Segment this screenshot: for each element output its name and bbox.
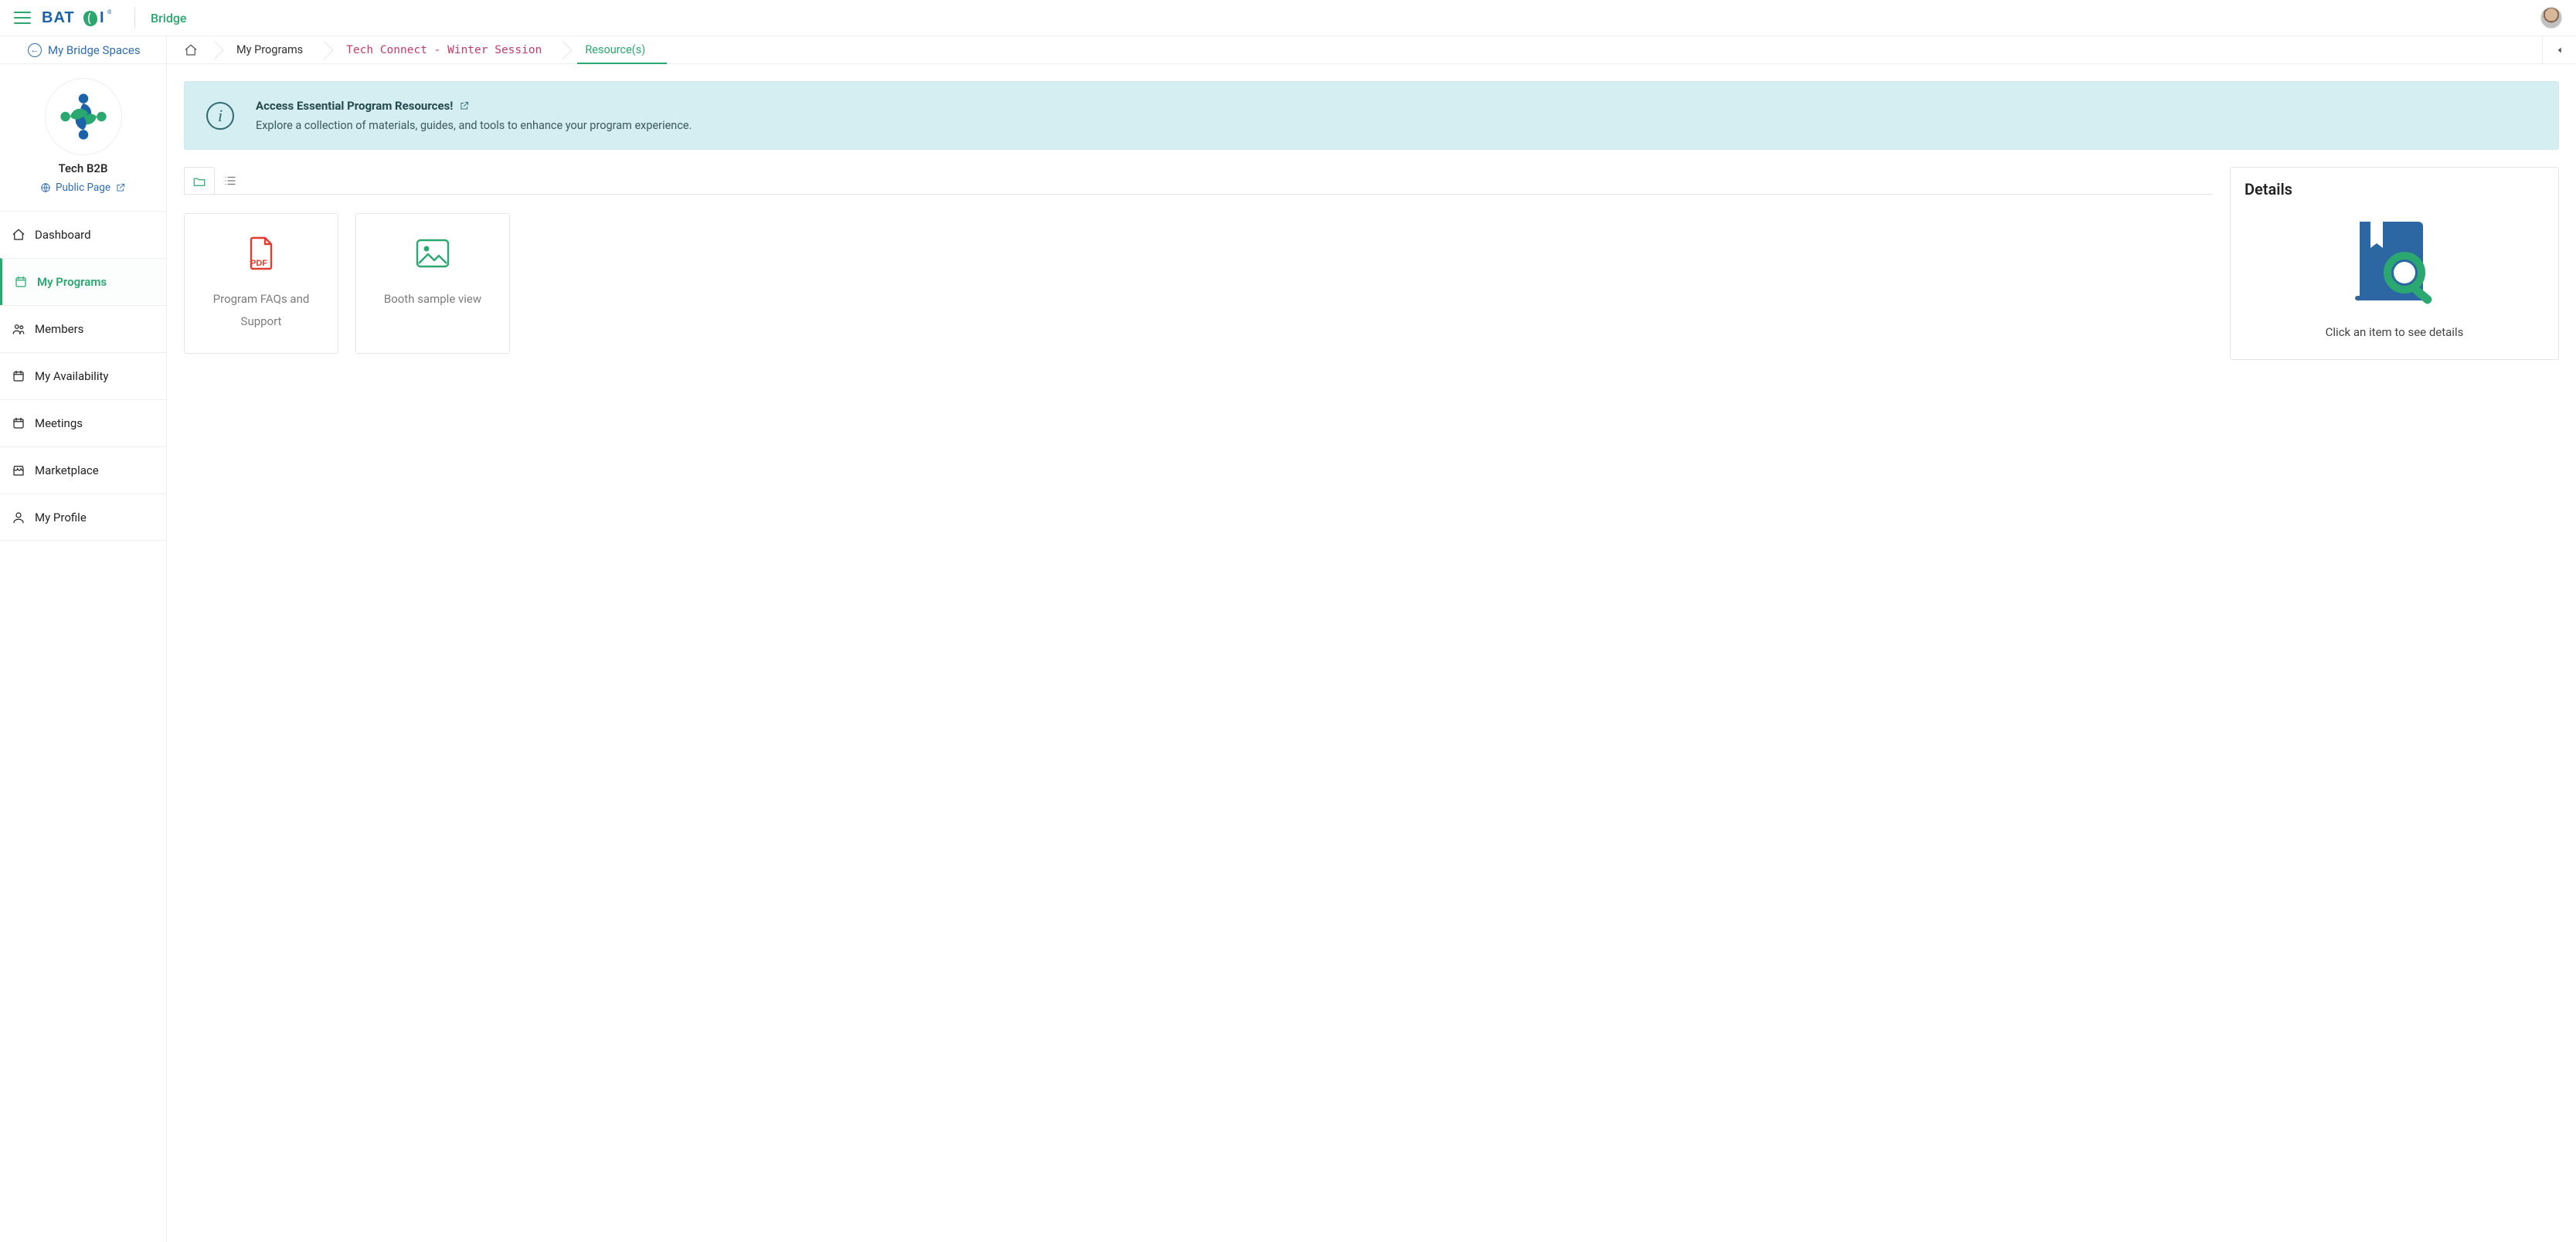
details-empty-illustration: [2344, 212, 2445, 313]
org-name: Tech B2B: [59, 161, 108, 175]
view-tab-grid[interactable]: [184, 167, 215, 195]
svg-text:®: ®: [107, 9, 112, 15]
resource-title: Program FAQs and Support: [195, 288, 327, 332]
triangle-left-icon: [2554, 45, 2565, 56]
menu-toggle-icon[interactable]: [14, 12, 31, 24]
members-icon: [12, 322, 25, 336]
info-icon: i: [206, 102, 234, 130]
brand-logo: BAT I ®: [42, 8, 119, 27]
breadcrumb-bar: My Bridge Spaces My Programs Tech Connec…: [0, 36, 2576, 64]
user-avatar[interactable]: [2540, 7, 2562, 29]
org-logo: [45, 78, 122, 155]
top-bar: BAT I ® Bridge: [0, 0, 2576, 36]
external-link-icon: [115, 182, 126, 193]
sidebar-item-marketplace[interactable]: Marketplace: [0, 446, 166, 494]
main-content: i Access Essential Program Resources! Ex…: [167, 64, 2576, 1242]
sidebar: Tech B2B Public Page Dashboard My Progra…: [0, 64, 167, 1242]
calendar-outline-icon: [12, 369, 25, 383]
breadcrumb: My Programs Tech Connect - Winter Sessio…: [167, 36, 2542, 63]
banner-title: Access Essential Program Resources!: [256, 99, 692, 113]
sidebar-item-availability[interactable]: My Availability: [0, 352, 166, 399]
view-tab-list[interactable]: [215, 167, 246, 195]
sidebar-item-my-programs[interactable]: My Programs: [0, 258, 166, 305]
svg-text:BAT: BAT: [42, 9, 75, 26]
resource-title: Booth sample view: [384, 288, 481, 310]
product-name[interactable]: Bridge: [151, 11, 187, 25]
breadcrumb-program[interactable]: Tech Connect - Winter Session: [325, 36, 563, 63]
breadcrumb-my-programs[interactable]: My Programs: [215, 36, 325, 63]
svg-text:I: I: [100, 9, 104, 26]
banner-description: Explore a collection of materials, guide…: [256, 119, 692, 132]
image-icon: [416, 236, 450, 271]
list-icon: [223, 174, 237, 188]
home-icon: [184, 43, 198, 57]
calendar-icon: [14, 275, 28, 289]
sidebar-item-members[interactable]: Members: [0, 305, 166, 352]
resource-grid: PDF Program FAQs and Support Booth sampl…: [184, 213, 2213, 354]
details-panel: Details Click an item to see details: [2230, 167, 2559, 360]
calendar-outline-icon: [12, 416, 25, 430]
home-icon: [12, 228, 25, 242]
collapse-panel-button[interactable]: [2542, 36, 2576, 63]
sidebar-nav: Dashboard My Programs Members My Availab…: [0, 211, 166, 541]
pdf-icon: PDF: [246, 236, 276, 271]
resource-card[interactable]: PDF Program FAQs and Support: [184, 213, 338, 354]
breadcrumb-home[interactable]: [167, 36, 215, 63]
globe-icon: [40, 182, 51, 193]
folder-icon: [192, 175, 206, 188]
breadcrumb-current: Resource(s): [563, 36, 667, 63]
details-empty-message: Click an item to see details: [2245, 325, 2544, 339]
view-toggle: [184, 167, 2213, 195]
sidebar-item-dashboard[interactable]: Dashboard: [0, 211, 166, 258]
public-page-link[interactable]: Public Page: [40, 182, 126, 194]
sidebar-item-meetings[interactable]: Meetings: [0, 399, 166, 446]
sidebar-item-profile[interactable]: My Profile: [0, 494, 166, 541]
store-icon: [12, 463, 25, 477]
back-label: My Bridge Spaces: [48, 43, 141, 57]
external-link-icon[interactable]: [459, 100, 470, 111]
resource-card[interactable]: Booth sample view: [355, 213, 510, 354]
info-banner: i Access Essential Program Resources! Ex…: [184, 81, 2559, 150]
back-arrow-icon: [28, 43, 42, 57]
details-heading: Details: [2245, 180, 2544, 199]
svg-text:PDF: PDF: [250, 259, 267, 268]
user-icon: [12, 511, 25, 524]
back-to-spaces[interactable]: My Bridge Spaces: [0, 36, 167, 63]
